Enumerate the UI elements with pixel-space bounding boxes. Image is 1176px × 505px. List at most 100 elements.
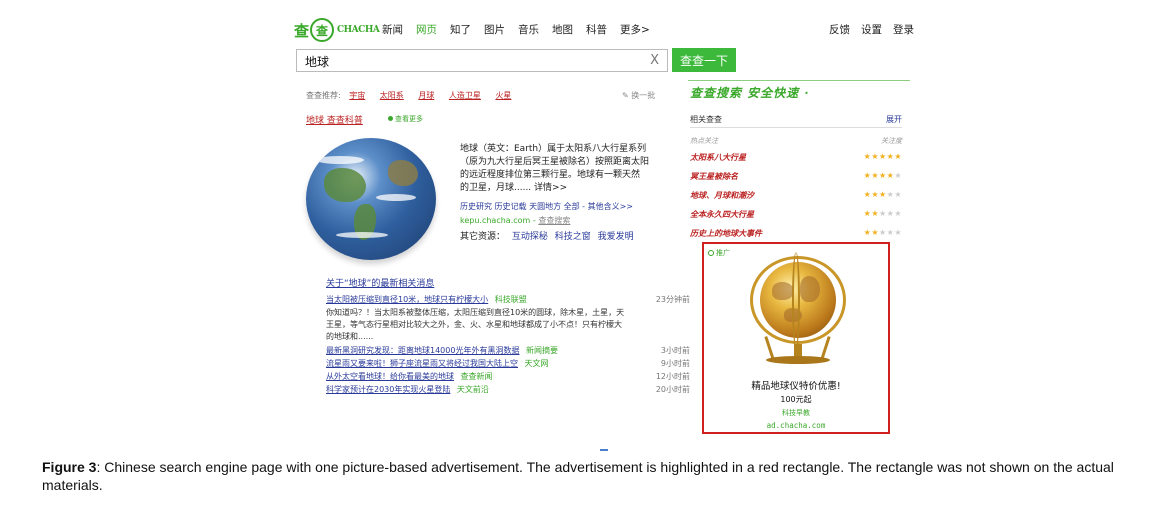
star-rating: ★★★★★ xyxy=(864,209,902,218)
search-button[interactable]: 查查一下 xyxy=(672,48,736,72)
ad-price: 100元起 xyxy=(780,395,812,404)
star-filled-icon: ★ xyxy=(871,171,879,180)
star-rating: ★★★★★ xyxy=(864,228,902,237)
ad-title[interactable]: 精品地球仪特价优惠! xyxy=(704,378,888,392)
star-filled-icon: ★ xyxy=(894,152,902,161)
nav-music[interactable]: 音乐 xyxy=(518,22,539,37)
star-rating: ★★★★★ xyxy=(864,171,902,180)
news-title[interactable]: 最新黑洞研究发现：距离地球14000光年外有黑洞数据 xyxy=(326,346,519,355)
related-columns: 热点关注 关注度 xyxy=(690,136,902,146)
result-site: kepu.chacha.com - 查查搜索 xyxy=(460,216,571,225)
related-item[interactable]: 全本永久四大行星 ★★★★★ xyxy=(690,209,902,228)
news-heading-link[interactable]: 关于“地球”的最新相关消息 xyxy=(326,276,434,289)
result-title-link[interactable]: 地球 查查科普 xyxy=(306,113,363,126)
suggestion-bar: 查查推荐: 宇宙 太阳系 月球 人造卫星 火星 ✎ 换一批 xyxy=(306,90,676,101)
star-empty-icon: ★ xyxy=(894,228,902,237)
star-empty-icon: ★ xyxy=(894,171,902,180)
snippet-line: 的地球和...... xyxy=(326,332,374,341)
site-url: kepu.chacha.com xyxy=(460,216,531,225)
globe-stand-leg xyxy=(820,336,831,360)
figure-caption: Figure 3: Chinese search engine page wit… xyxy=(42,458,1166,494)
nav-more[interactable]: 更多> xyxy=(620,22,650,37)
ad-tag-label: 推广 xyxy=(716,249,730,257)
refresh-suggestions-link[interactable]: ✎ 换一批 xyxy=(622,90,655,101)
search-query: 地球 xyxy=(305,55,330,69)
news-time: 12小时前 xyxy=(655,372,690,381)
expand-link[interactable]: 展开 xyxy=(886,114,902,125)
suggestion-item[interactable]: 宇宙 xyxy=(349,91,365,100)
result-sublinks[interactable]: 历史研究 历史记载 天圆地方 全部 - 其他含义>> xyxy=(460,201,633,212)
related-item[interactable]: 地球、月球和潮汐 ★★★★★ xyxy=(690,190,902,209)
news-item[interactable]: 流星雨又要来啦！狮子座流星雨又将经过我国大陆上空 天文网 9小时前 xyxy=(326,358,690,371)
nav-map[interactable]: 地图 xyxy=(552,22,573,37)
user-links: 反馈 设置 登录 xyxy=(818,22,914,37)
news-title[interactable]: 从外太空看地球！给你看最美的地球 xyxy=(326,372,454,381)
description-line: （原为九大行星后冥王星被除名）按照距离太阳 xyxy=(460,157,650,167)
settings-link[interactable]: 设置 xyxy=(861,22,882,37)
search-input[interactable]: 地球 X xyxy=(296,49,668,72)
column-topic: 热点关注 xyxy=(690,137,718,145)
related-item[interactable]: 太阳系八大行星 ★★★★★ xyxy=(690,152,902,171)
ad-icon xyxy=(708,250,714,256)
suggestion-item[interactable]: 火星 xyxy=(495,91,511,100)
description-line[interactable]: 的卫星，月球...... 详情>> xyxy=(460,182,688,195)
slogan-text: 查查搜索 安全快速 xyxy=(690,86,800,100)
globe-land xyxy=(324,168,366,202)
star-empty-icon: ★ xyxy=(878,209,887,218)
ad-tag: 推广 xyxy=(708,248,730,258)
related-list: 太阳系八大行星 ★★★★★ 冥王星被除名 ★★★★★ 地球、月球和潮汐 ★★★★★ 全… xyxy=(690,152,902,247)
star-filled-icon: ★ xyxy=(878,152,887,161)
globe-base xyxy=(766,356,830,364)
news-item[interactable]: 科学家预计在2030年实现火星登陆 天文前沿 20小时前 xyxy=(326,384,690,397)
other-link[interactable]: 我爱发明 xyxy=(598,232,634,242)
slogan: 查查搜索 安全快速 · xyxy=(690,86,810,100)
related-label[interactable]: 全本永久四大行星 xyxy=(690,209,754,219)
news-item[interactable]: 最新黑洞研究发现：距离地球14000光年外有黑洞数据 新闻摘要 3小时前 xyxy=(326,345,690,358)
sidebar-divider xyxy=(688,80,910,81)
top-bar: 查 查 CHACHA 新闻 网页 知了 图片 音乐 地图 科普 更多> 反馈 设… xyxy=(292,12,924,46)
star-filled-icon: ★ xyxy=(871,228,879,237)
nav-news[interactable]: 新闻 xyxy=(382,22,403,37)
ad-source: 科技早教 xyxy=(782,409,810,417)
clear-icon[interactable]: X xyxy=(650,53,659,68)
related-item[interactable]: 冥王星被除名 ★★★★★ xyxy=(690,171,902,190)
other-link[interactable]: 互动探秘 xyxy=(512,232,548,242)
globe-stand-leg xyxy=(764,336,775,360)
nav-images[interactable]: 图片 xyxy=(484,22,505,37)
globe-cloud xyxy=(376,194,416,201)
news-item[interactable]: 从外太空看地球！给你看最美的地球 查查新闻 12小时前 xyxy=(326,371,690,384)
chacha-logo[interactable]: 查 查 CHACHA xyxy=(294,18,380,42)
ad-url[interactable]: ad.chacha.com xyxy=(704,421,888,430)
news-item[interactable]: 当太阳被压缩到直径10米，地球只有柠檬大小 科技联盟 23分钟前 xyxy=(326,294,690,307)
related-label[interactable]: 地球、月球和潮汐 xyxy=(690,190,754,200)
star-rating: ★★★★★ xyxy=(864,152,902,161)
nav-zhiliao[interactable]: 知了 xyxy=(450,22,471,37)
login-link[interactable]: 登录 xyxy=(893,22,914,37)
other-link[interactable]: 科技之窗 xyxy=(555,232,591,242)
nav-web[interactable]: 网页 xyxy=(416,22,437,37)
cache-link[interactable]: 查查搜索 xyxy=(538,216,570,225)
news-title[interactable]: 当太阳被压缩到直径10米，地球只有柠檬大小 xyxy=(326,295,488,304)
news-title[interactable]: 流星雨又要来啦！狮子座流星雨又将经过我国大陆上空 xyxy=(326,359,518,368)
news-title[interactable]: 科学家预计在2030年实现火星登陆 xyxy=(326,385,450,394)
feedback-link[interactable]: 反馈 xyxy=(829,22,850,37)
nav-science[interactable]: 科普 xyxy=(586,22,607,37)
star-filled-icon: ★ xyxy=(871,209,879,218)
suggestion-item[interactable]: 月球 xyxy=(418,91,434,100)
related-label[interactable]: 太阳系八大行星 xyxy=(690,152,746,162)
caption-label: Figure 3 xyxy=(42,459,97,475)
related-label[interactable]: 冥王星被除名 xyxy=(690,171,738,181)
globe-cloud xyxy=(336,232,388,238)
advertisement[interactable]: 推广 精品地球仪特价优惠! 100元起 科技早教 ad.chacha.com xyxy=(702,242,890,434)
star-filled-icon: ★ xyxy=(871,152,879,161)
star-empty-icon: ★ xyxy=(894,209,902,218)
news-list: 当太阳被压缩到直径10米，地球只有柠檬大小 科技联盟 23分钟前 你知道吗？！当… xyxy=(326,294,690,397)
suggestion-item[interactable]: 人造卫星 xyxy=(449,91,481,100)
related-label[interactable]: 历史上的地球大事件 xyxy=(690,228,762,238)
badge-label: 查看更多 xyxy=(395,115,423,123)
result-badge: 查看更多 xyxy=(388,114,423,124)
suggestion-label: 查查推荐: xyxy=(306,91,341,100)
earth-image[interactable] xyxy=(306,138,436,260)
star-rating: ★★★★★ xyxy=(864,190,902,199)
suggestion-item[interactable]: 太阳系 xyxy=(380,91,404,100)
